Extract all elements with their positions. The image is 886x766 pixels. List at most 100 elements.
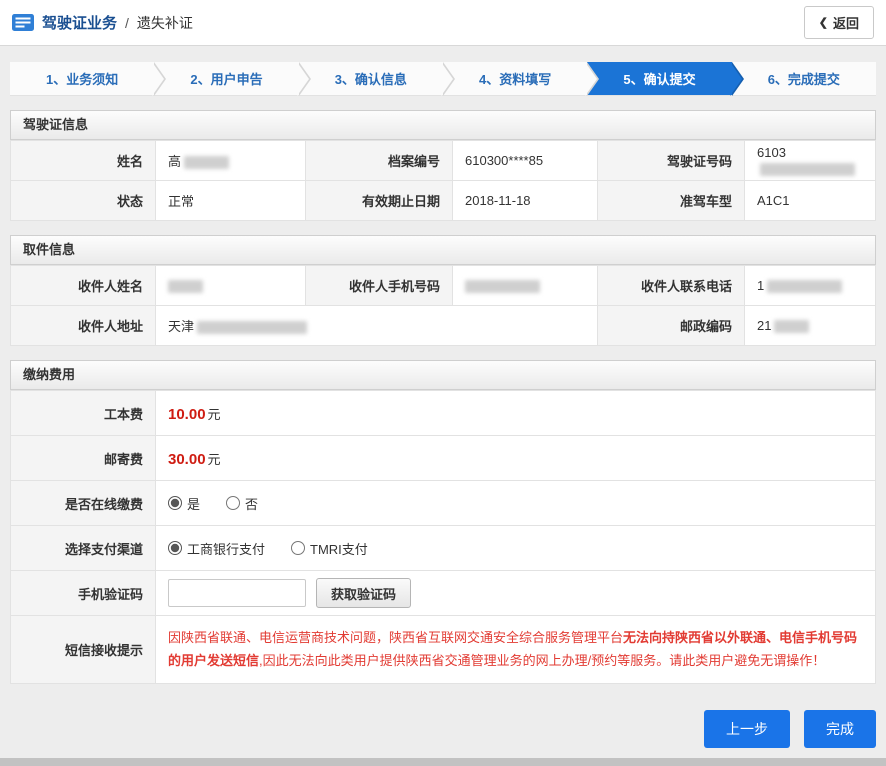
recipient-name-value	[156, 266, 306, 306]
redacted-license-no	[760, 163, 855, 176]
finish-button[interactable]: 完成	[804, 710, 876, 748]
online-pay-yes-option[interactable]: 是	[168, 494, 200, 513]
channel-tmri-radio[interactable]	[291, 541, 305, 555]
license-form-icon	[12, 14, 34, 31]
step-confirm-info[interactable]: 3、确认信息	[299, 62, 443, 95]
step-fill-data[interactable]: 4、资料填写	[443, 62, 587, 95]
table-row: 状态 正常 有效期止日期 2018-11-18 准驾车型 A1C1	[11, 181, 876, 221]
redacted-recipient-name	[168, 280, 203, 293]
table-row: 邮寄费 30.00元	[11, 436, 876, 481]
redacted-recipient-tel	[767, 280, 842, 293]
fees-table: 工本费 10.00元 邮寄费 30.00元 是否在线缴费 是 否	[10, 390, 876, 684]
step-business-notice[interactable]: 1、业务须知	[10, 62, 154, 95]
work-fee-label: 工本费	[11, 391, 156, 436]
table-row: 姓名 高 档案编号 610300****85 驾驶证号码 6103	[11, 141, 876, 181]
table-row: 是否在线缴费 是 否	[11, 481, 876, 526]
work-fee-amount: 10.00	[168, 406, 206, 423]
fees-section: 缴纳费用 工本费 10.00元 邮寄费 30.00元 是否在线缴费 是 否	[10, 360, 876, 684]
back-button[interactable]: ❮ 返回	[804, 6, 874, 39]
postage-amount: 30.00	[168, 451, 206, 468]
postcode-value: 21	[745, 306, 876, 346]
status-label: 状态	[11, 181, 156, 221]
pay-channel-options: 工商银行支付 TMRI支付	[156, 526, 876, 571]
expiry-label: 有效期止日期	[306, 181, 453, 221]
online-pay-no-label: 否	[245, 494, 258, 513]
step-label: 1、业务须知	[46, 69, 118, 88]
license-info-section: 驾驶证信息 姓名 高 档案编号 610300****85 驾驶证号码 6103 …	[10, 110, 876, 221]
table-row: 收件人姓名 收件人手机号码 收件人联系电话 1	[11, 266, 876, 306]
recipient-tel-label: 收件人联系电话	[598, 266, 745, 306]
name-value-text: 高	[168, 154, 181, 169]
postage-fee-value: 30.00元	[156, 436, 876, 481]
pay-channel-label: 选择支付渠道	[11, 526, 156, 571]
step-label: 4、资料填写	[479, 69, 551, 88]
license-no-label: 驾驶证号码	[598, 141, 745, 181]
channel-icbc-label: 工商银行支付	[187, 539, 265, 558]
recipient-name-label: 收件人姓名	[11, 266, 156, 306]
sms-code-label: 手机验证码	[11, 571, 156, 616]
bottom-actions: 上一步 完成	[10, 710, 876, 748]
step-label: 6、完成提交	[768, 69, 840, 88]
previous-step-button[interactable]: 上一步	[704, 710, 790, 748]
channel-tmri-label: TMRI支付	[310, 539, 368, 558]
online-pay-yes-label: 是	[187, 494, 200, 513]
breadcrumb-separator: /	[125, 15, 129, 31]
step-wizard: 1、业务须知 2、用户申告 3、确认信息 4、资料填写 5、确认提交 6、完成提…	[10, 62, 876, 96]
sms-code-input[interactable]	[168, 579, 306, 607]
file-no-value: 610300****85	[453, 141, 598, 181]
table-row: 工本费 10.00元	[11, 391, 876, 436]
address-text: 天津	[168, 319, 194, 334]
work-fee-value: 10.00元	[156, 391, 876, 436]
pickup-info-section: 取件信息 收件人姓名 收件人手机号码 收件人联系电话 1 收件人地址 天津 邮政…	[10, 235, 876, 346]
postage-fee-label: 邮寄费	[11, 436, 156, 481]
online-pay-label: 是否在线缴费	[11, 481, 156, 526]
recipient-phone-label: 收件人手机号码	[306, 266, 453, 306]
redacted-recipient-phone	[465, 280, 540, 293]
sms-notice-label: 短信接收提示	[11, 616, 156, 684]
footer-strip	[0, 758, 886, 766]
chevron-left-icon: ❮	[819, 16, 828, 29]
table-row: 收件人地址 天津 邮政编码 21	[11, 306, 876, 346]
table-row: 手机验证码 获取验证码	[11, 571, 876, 616]
top-bar: 驾驶证业务 / 遗失补证 ❮ 返回	[0, 0, 886, 46]
table-row: 短信接收提示 因陕西省联通、电信运营商技术问题，陕西省互联网交通安全综合服务管理…	[11, 616, 876, 684]
recipient-phone-value	[453, 266, 598, 306]
pickup-section-title: 取件信息	[10, 235, 876, 265]
redacted-postcode	[774, 320, 809, 333]
vehicle-type-label: 准驾车型	[598, 181, 745, 221]
notice-text-part1: 因陕西省联通、电信运营商技术问题，陕西省互联网交通安全综合服务管理平台	[168, 630, 623, 645]
step-complete-submit[interactable]: 6、完成提交	[732, 62, 876, 95]
online-pay-no-radio[interactable]	[226, 496, 240, 510]
redacted-address	[197, 321, 307, 334]
name-label: 姓名	[11, 141, 156, 181]
license-info-table: 姓名 高 档案编号 610300****85 驾驶证号码 6103 状态 正常 …	[10, 140, 876, 221]
title-area: 驾驶证业务 / 遗失补证	[12, 12, 193, 33]
online-pay-yes-radio[interactable]	[168, 496, 182, 510]
expiry-value: 2018-11-18	[453, 181, 598, 221]
step-user-declaration[interactable]: 2、用户申告	[154, 62, 298, 95]
name-value: 高	[156, 141, 306, 181]
back-button-label: 返回	[833, 13, 859, 32]
fee-unit: 元	[208, 452, 221, 467]
file-no-label: 档案编号	[306, 141, 453, 181]
step-label: 5、确认提交	[623, 69, 695, 88]
sms-code-area: 获取验证码	[156, 571, 876, 616]
postcode-label: 邮政编码	[598, 306, 745, 346]
get-code-button[interactable]: 获取验证码	[316, 578, 411, 608]
address-label: 收件人地址	[11, 306, 156, 346]
step-confirm-submit[interactable]: 5、确认提交	[587, 62, 731, 95]
online-pay-no-option[interactable]: 否	[226, 494, 258, 513]
channel-tmri-option[interactable]: TMRI支付	[291, 539, 368, 558]
postcode-text: 21	[757, 318, 771, 333]
page-title: 驾驶证业务	[42, 12, 117, 33]
license-section-title: 驾驶证信息	[10, 110, 876, 140]
channel-icbc-option[interactable]: 工商银行支付	[168, 539, 265, 558]
notice-text-part3: ,因此无法向此类用户提供陕西省交通管理业务的网上办理/预约等服务。请此类用户避免…	[259, 653, 825, 668]
vehicle-type-value: A1C1	[745, 181, 876, 221]
online-pay-options: 是 否	[156, 481, 876, 526]
channel-icbc-radio[interactable]	[168, 541, 182, 555]
address-value: 天津	[156, 306, 598, 346]
sms-notice-value: 因陕西省联通、电信运营商技术问题，陕西省互联网交通安全综合服务管理平台无法向持陕…	[156, 616, 876, 684]
step-label: 3、确认信息	[335, 69, 407, 88]
table-row: 选择支付渠道 工商银行支付 TMRI支付	[11, 526, 876, 571]
